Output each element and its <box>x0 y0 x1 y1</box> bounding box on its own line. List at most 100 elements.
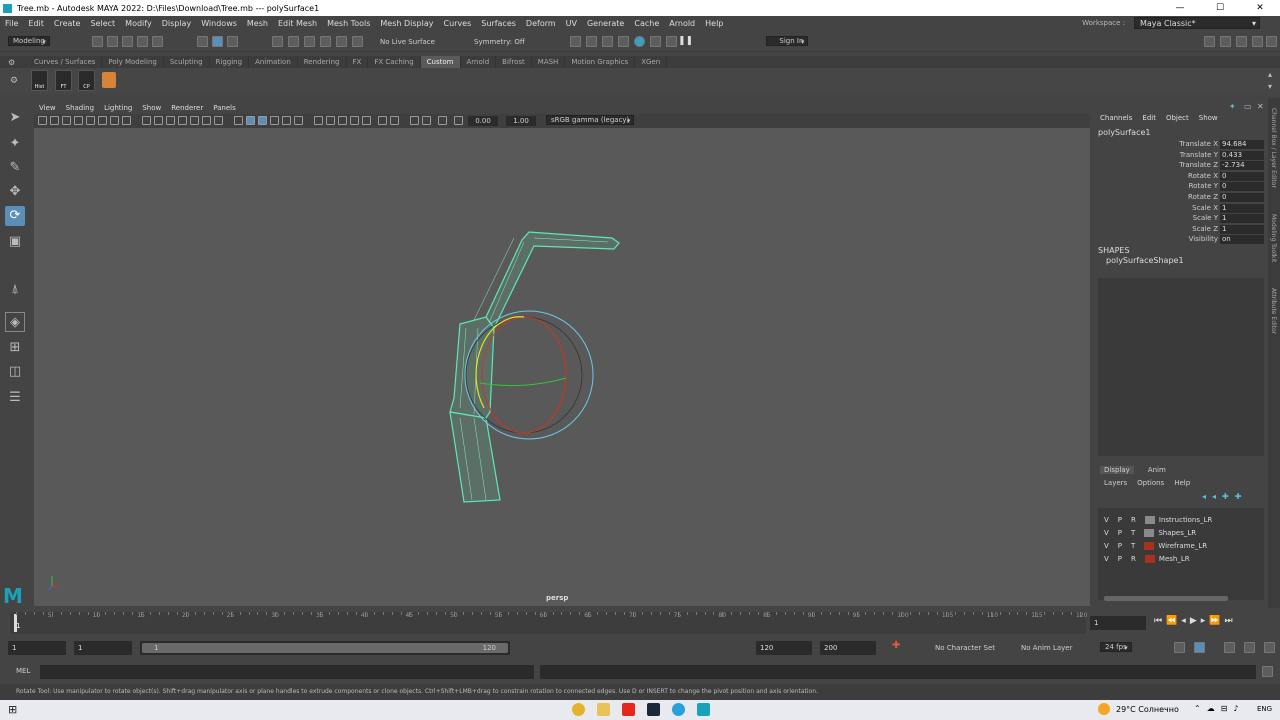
shelf-button-hist[interactable]: Hist <box>31 70 48 91</box>
loop-icon[interactable] <box>1174 642 1185 653</box>
shelf-tab-bifrost[interactable]: Bifrost <box>496 56 532 68</box>
workspace-select[interactable]: Maya Classic* <box>1134 17 1260 29</box>
shelf-tab-curves-surfaces[interactable]: Curves / Surfaces <box>28 56 103 68</box>
attr-value[interactable]: on <box>1220 235 1264 245</box>
move-layer-down-icon[interactable]: ◂ <box>1212 492 1216 501</box>
menu-help[interactable]: Help <box>700 19 728 28</box>
attr-row-scale-z[interactable]: Scale Z1 <box>1094 224 1266 235</box>
layer-row[interactable]: V P R Mesh_LR <box>1104 554 1254 565</box>
viewport-tool-30-icon[interactable] <box>422 116 431 125</box>
snap-pivot-icon[interactable] <box>352 36 363 47</box>
last-tool-icon[interactable]: ⍋ <box>5 280 25 300</box>
select-component-icon[interactable] <box>227 36 238 47</box>
layer-visibility-toggle[interactable]: V <box>1104 529 1109 537</box>
viewport-menu-panels[interactable]: Panels <box>208 102 241 114</box>
side-tab-modeling-toolkit[interactable]: Modeling Toolkit <box>1270 214 1277 262</box>
shelf-tab-sculpting[interactable]: Sculpting <box>164 56 210 68</box>
menu-curves[interactable]: Curves <box>438 19 476 28</box>
menu-select[interactable]: Select <box>85 19 120 28</box>
shelf-tab-fx-caching[interactable]: FX Caching <box>368 56 421 68</box>
arnold-ipr-icon[interactable] <box>666 36 677 47</box>
menu-edit[interactable]: Edit <box>23 19 49 28</box>
input-language[interactable]: ENG <box>1257 705 1272 713</box>
menu-mesh[interactable]: Mesh <box>242 19 273 28</box>
viewport-tool-2-icon[interactable] <box>50 116 59 125</box>
select-object-icon[interactable] <box>212 36 223 47</box>
layer-menu-options[interactable]: Options <box>1137 479 1164 487</box>
snap-surface-icon[interactable] <box>336 36 347 47</box>
end-time-field[interactable]: 200 <box>820 641 876 655</box>
viewport-tool-31-icon[interactable] <box>438 116 447 125</box>
tray-icons[interactable]: ⌃☁⊟♪ <box>1194 704 1245 713</box>
viewport-tool-7-icon[interactable] <box>110 116 119 125</box>
steam-icon[interactable] <box>647 703 660 716</box>
menuset-select[interactable]: Modeling <box>8 36 50 46</box>
attr-row-rotate-z[interactable]: Rotate Z0 <box>1094 193 1266 203</box>
layer-color-swatch[interactable] <box>1144 528 1155 537</box>
menu-windows[interactable]: Windows <box>196 19 242 28</box>
menu-display[interactable]: Display <box>157 19 197 28</box>
layer-color-swatch[interactable] <box>1144 515 1155 524</box>
tool-settings-icon[interactable] <box>1236 36 1247 47</box>
layer-visibility-toggle[interactable]: V <box>1104 542 1109 550</box>
layer-display-type-toggle[interactable]: T <box>1131 542 1135 550</box>
symmetry-label[interactable]: Symmetry: Off <box>474 38 525 46</box>
file-explorer-icon[interactable] <box>597 703 610 716</box>
viewport-menu-renderer[interactable]: Renderer <box>166 102 208 114</box>
menu-deform[interactable]: Deform <box>521 19 561 28</box>
layer-color-swatch[interactable] <box>1144 542 1155 551</box>
viewport-tool-12-icon[interactable] <box>178 116 187 125</box>
animation-prefs-icon[interactable] <box>1244 642 1255 653</box>
render-frame-icon[interactable] <box>586 36 597 47</box>
range-slider-handle[interactable]: 1 120 <box>142 643 508 653</box>
layer-menu-help[interactable]: Help <box>1174 479 1190 487</box>
shelf-button-cp[interactable]: CP <box>78 70 95 91</box>
new-layer-selected-icon[interactable]: ✚ <box>1235 492 1242 501</box>
playback-end-field[interactable]: 120 <box>756 641 812 655</box>
snap-curve-icon[interactable] <box>288 36 299 47</box>
shelf-tab-custom[interactable]: Custom <box>420 56 461 68</box>
new-layer-icon[interactable]: ✚ <box>1222 492 1229 501</box>
shape-node-name[interactable]: polySurfaceShape1 <box>1106 256 1184 265</box>
attr-row-translate-y[interactable]: Translate Y 0.433 <box>1094 150 1266 161</box>
attr-value[interactable]: 0 <box>1220 193 1264 202</box>
viewport-tool-19-icon[interactable] <box>270 116 279 125</box>
move-layer-up-icon[interactable]: ◂ <box>1202 492 1206 501</box>
attr-value[interactable]: -2.734 <box>1220 161 1264 171</box>
viewport-tool-25-icon[interactable] <box>350 116 359 125</box>
viewport-tool-28-icon[interactable] <box>390 116 399 125</box>
shelf-brush-icon[interactable] <box>102 72 116 88</box>
viewport-tool-21-icon[interactable] <box>294 116 303 125</box>
attr-value[interactable]: 0.433 <box>1220 150 1264 160</box>
hypershade-icon[interactable] <box>634 36 645 47</box>
viewport-tool-10-icon[interactable] <box>154 116 163 125</box>
attr-value[interactable]: 0 <box>1220 182 1264 192</box>
scene-view[interactable] <box>34 128 1090 606</box>
viewport-tool-22-icon[interactable] <box>314 116 323 125</box>
render-view-icon[interactable] <box>570 36 581 47</box>
viewport-tool-14-icon[interactable] <box>202 116 211 125</box>
pause-icon[interactable]: ❚❚ <box>678 36 693 47</box>
shelf-tab-mash[interactable]: MASH <box>532 56 566 68</box>
snap-point-icon[interactable] <box>304 36 315 47</box>
command-input[interactable] <box>40 665 534 679</box>
menu-file[interactable]: File <box>0 19 23 28</box>
live-surface-label[interactable]: No Live Surface <box>380 38 435 46</box>
attr-row-translate-z[interactable]: Translate Z -2.734 <box>1094 161 1266 171</box>
menu-create[interactable]: Create <box>49 19 86 28</box>
layer-display-type-toggle[interactable]: R <box>1131 555 1136 563</box>
redo-icon[interactable] <box>152 36 163 47</box>
shelf-tab-motion-graphics[interactable]: Motion Graphics <box>565 56 636 68</box>
maya-taskbar-icon[interactable] <box>697 703 710 716</box>
windows-start-icon[interactable]: ⊞ <box>8 703 17 716</box>
new-scene-icon[interactable] <box>92 36 103 47</box>
open-scene-icon[interactable] <box>107 36 118 47</box>
arnold-render-icon[interactable] <box>650 36 661 47</box>
lasso-tool-icon[interactable]: ✦ <box>5 134 25 154</box>
layer-playback-toggle[interactable]: P <box>1118 529 1122 537</box>
sign-in-select[interactable]: Sign In <box>766 36 809 46</box>
viewport-tool-29-icon[interactable] <box>410 116 419 125</box>
shelf-tab-arnold[interactable]: Arnold <box>461 56 497 68</box>
auto-key-icon[interactable]: ✚ <box>892 640 900 651</box>
layer-playback-toggle[interactable]: P <box>1118 555 1122 563</box>
